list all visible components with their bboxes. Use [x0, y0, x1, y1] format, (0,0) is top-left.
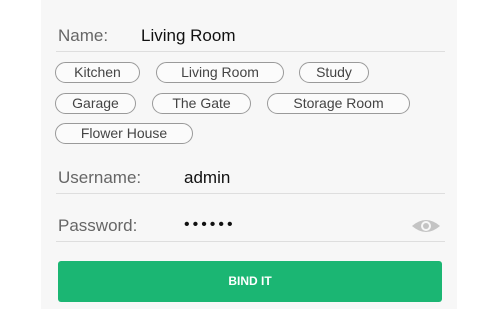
name-label: Name:	[58, 26, 109, 45]
password-field[interactable]: ••••••	[184, 216, 236, 234]
username-label: Username:	[58, 168, 142, 187]
password-divider	[56, 241, 445, 242]
name-value[interactable]: Living Room	[141, 26, 236, 46]
username-field[interactable]: admin	[184, 168, 230, 188]
username-divider	[56, 193, 445, 194]
name-divider	[56, 51, 445, 52]
chip-study[interactable]: Study	[299, 62, 369, 83]
bind-it-button[interactable]: BIND IT	[58, 261, 442, 302]
chip-garage[interactable]: Garage	[55, 93, 136, 114]
chip-living-room[interactable]: Living Room	[156, 62, 284, 83]
chip-flower-house[interactable]: Flower House	[55, 123, 193, 144]
password-label: Password:	[58, 216, 138, 235]
chip-kitchen[interactable]: Kitchen	[55, 62, 140, 83]
chip-the-gate[interactable]: The Gate	[152, 93, 251, 114]
chip-storage-room[interactable]: Storage Room	[267, 93, 410, 114]
eye-icon[interactable]	[410, 215, 442, 237]
